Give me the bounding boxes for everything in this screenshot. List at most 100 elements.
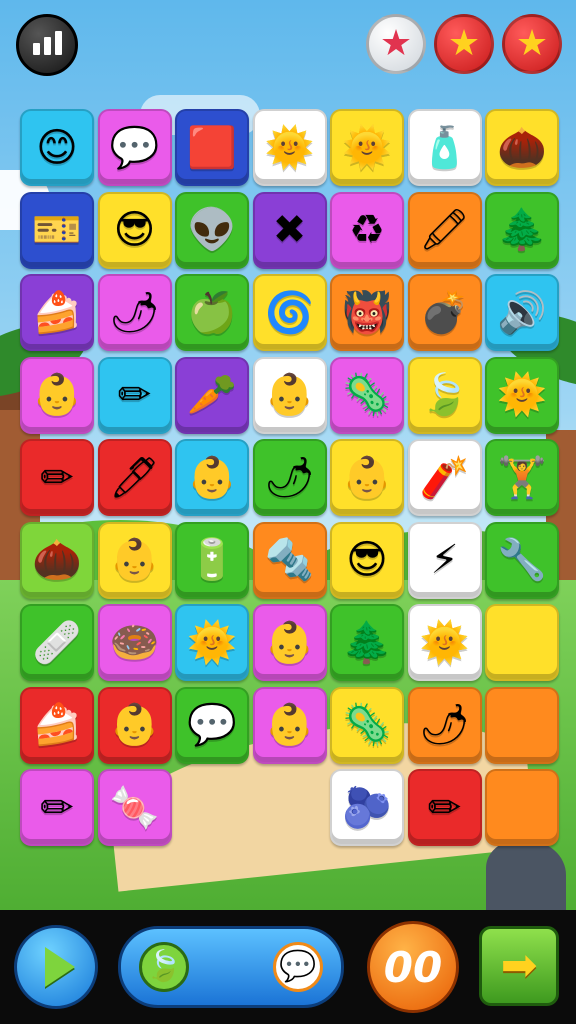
game-tile[interactable]: 🩹 [20,604,94,681]
game-tile[interactable]: 👶 [330,439,404,516]
spiky-blob-icon: 🦠 [342,372,392,418]
speech-bubble-icon[interactable]: 💬 [273,942,323,992]
game-tile[interactable]: 💣 [407,274,482,351]
game-tile[interactable]: 💬 [175,686,249,764]
game-tile[interactable]: 🌰 [485,109,559,186]
game-tile[interactable]: 🌞 [485,356,559,434]
game-tile[interactable]: 🍬 [97,769,172,846]
game-tile[interactable]: 🍩 [97,604,172,681]
speech-bubble-icon: 💬 [109,124,160,171]
game-tile[interactable]: 🍰 [20,686,94,764]
game-tile[interactable]: 😎 [97,191,172,269]
game-tile[interactable]: 💬 [97,109,172,186]
game-tile[interactable] [485,604,559,681]
baby-face-icon: 👶 [264,702,315,748]
apple-icon: 🍏 [187,289,237,336]
leaf-icon[interactable]: 🍃 [139,942,189,992]
baby-face-icon: 👶 [187,454,237,501]
chili-pepper-icon: 🌶 [419,702,470,748]
game-tile[interactable]: 🌶 [97,274,172,351]
game-tile[interactable]: 🌶 [252,439,327,516]
game-tile[interactable]: 🌞 [407,604,482,681]
game-tile[interactable]: 🌲 [330,604,404,681]
next-button[interactable]: ➡ [479,926,559,1006]
game-tile[interactable]: 🦠 [330,686,404,764]
pencil-icon: 🖊 [109,454,160,501]
game-tile[interactable]: 😎 [330,521,404,599]
lightning-icon: ⚡ [430,537,459,583]
game-tile[interactable]: 🥕 [175,356,249,434]
sun-face-icon: 🌞 [187,619,237,666]
game-tile[interactable]: 👶 [175,439,249,516]
sun-face-icon: 🌞 [497,372,547,418]
game-tile[interactable]: 🌰 [20,521,94,599]
game-tile[interactable]: 🌞 [175,604,249,681]
star-rating: ★ ★ ★ [366,14,562,74]
sun-face-icon: 🌞 [264,124,315,171]
grenade-icon: 🧨 [419,454,470,501]
game-tile[interactable]: 🏋 [485,439,559,516]
game-tile[interactable]: 🌀 [252,274,327,351]
play-button[interactable] [14,925,98,1009]
game-tile[interactable]: 🖍 [407,191,482,269]
game-tile[interactable]: ✏ [20,769,94,846]
game-tile[interactable] [485,769,559,846]
game-tile[interactable]: ⚡ [407,521,482,599]
game-tile[interactable]: ♻ [330,191,404,269]
game-tile[interactable]: 👶 [20,356,94,434]
game-tile[interactable]: 👶 [252,686,327,764]
game-tile[interactable]: 🔋 [175,521,249,599]
game-tile[interactable]: ✏ [97,356,172,434]
game-tile[interactable]: 🫐 [330,769,404,846]
game-tile[interactable]: 🔊 [485,274,559,351]
game-tile[interactable]: 🦠 [330,356,404,434]
baby-face-icon: 👶 [32,372,82,418]
tile-grid: 😊 💬 🟥 🌞 🌞 🧴 🌰 🎫 😎 👽 ✖ ♻ 🖍 🌲 🍰 🌶 🍏 🌀 👹 💣 🔊 👶 ✏ 🥕 👶 🦠 🍃 🌞 ✏ 🖊 👶 🌶 👶 🧨 🏋 🌰 👶 🔋 🔩 😎… [20,109,560,849]
game-tile[interactable]: 👶 [252,604,327,681]
arrow-right-icon: ➡ [500,940,538,991]
game-tile[interactable]: ✏ [20,439,94,516]
red-card-icon: 🟥 [187,124,237,171]
bar-chart-icon [54,31,62,55]
pinecone-stick-icon: 🌲 [497,207,547,253]
game-tile[interactable]: 🟥 [175,109,249,186]
pencil-icon: ✏ [40,454,74,501]
game-tile[interactable]: 🍰 [20,274,94,351]
game-tile[interactable]: 🌶 [407,686,482,764]
game-tile[interactable]: 😊 [20,109,94,186]
cake-slice-icon: 🍰 [32,289,82,336]
game-tile[interactable]: ✖ [252,191,327,269]
game-tile[interactable]: 🌞 [252,109,327,186]
cake-slice-icon: 🍰 [32,702,82,748]
game-tile[interactable]: 🍏 [175,274,249,351]
timer: 00 [367,921,459,1013]
chili-pepper-icon: 🌶 [109,289,160,336]
game-tile[interactable]: 🧨 [407,439,482,516]
leaf-icon: 🍃 [419,372,470,418]
game-tile[interactable]: 🌲 [485,191,559,269]
battery-icon: 🔋 [187,537,237,583]
game-tile[interactable]: 🔩 [252,521,327,599]
game-tile[interactable]: 🌞 [330,109,404,186]
game-tile[interactable]: 🧴 [407,109,482,186]
game-tile[interactable]: 👹 [330,274,404,351]
paint-tube-icon: 🧴 [419,124,470,171]
game-tile[interactable]: 🔧 [485,521,559,599]
stats-button[interactable] [16,14,78,76]
game-tile[interactable]: 🍃 [407,356,482,434]
acorn-icon: 🌰 [497,124,547,171]
game-tile[interactable]: 👶 [97,686,172,764]
game-tile[interactable]: 🖊 [97,439,172,516]
game-tile[interactable] [485,686,559,764]
game-tile[interactable]: ✏ [407,769,482,846]
game-tile[interactable]: 👶 [252,356,327,434]
ticket-icon: 🎫 [32,207,82,253]
candy-icon: 🍬 [109,784,160,831]
game-tile[interactable]: 👶 [97,521,172,599]
game-tile[interactable]: 🎫 [20,191,94,269]
spring-bar-icon: 🔧 [497,537,547,583]
powerup-bar: 🍃 💬 [118,926,344,1008]
game-tile[interactable]: 👽 [175,191,249,269]
pencil-icon: ✏ [427,784,462,831]
play-icon [45,947,75,987]
